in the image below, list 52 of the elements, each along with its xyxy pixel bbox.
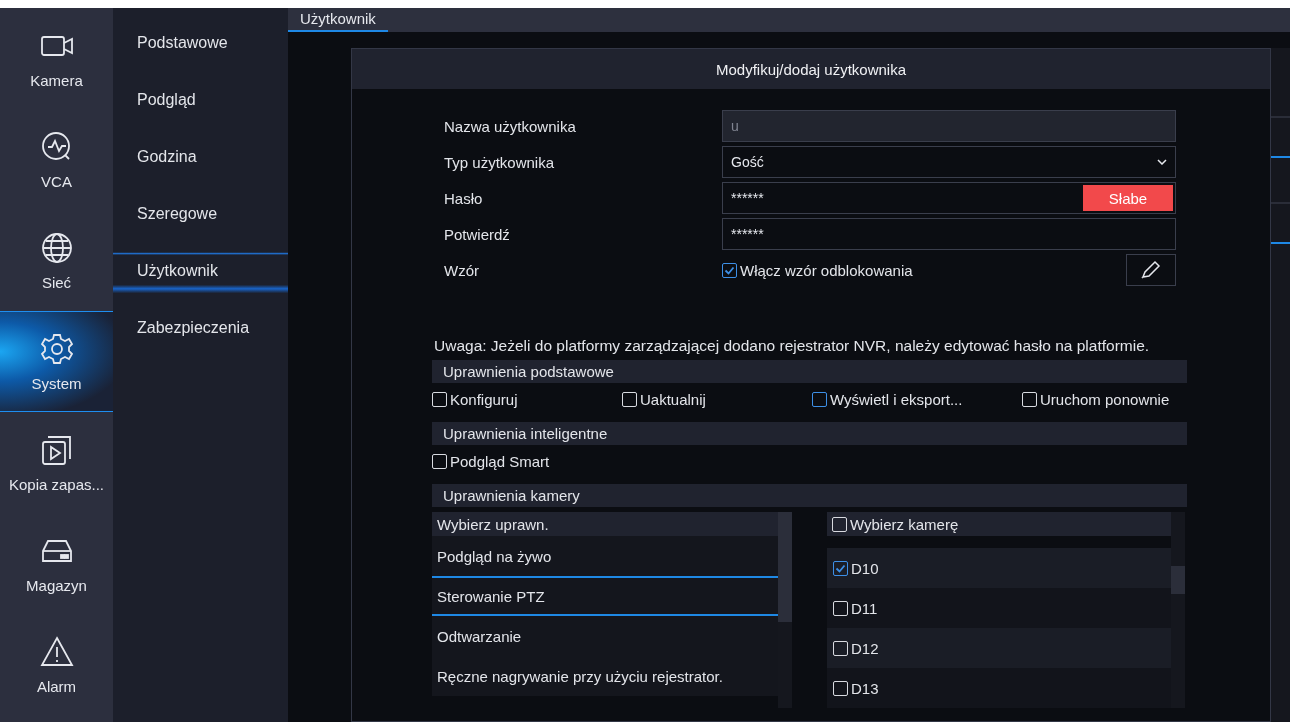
tab[interactable]: Użytkownik: [288, 8, 388, 32]
user-type-dropdown[interactable]: Gość: [722, 146, 1176, 178]
submenu-item[interactable]: Zabezpieczenia: [113, 299, 288, 356]
permission-checkbox[interactable]: Podgląd Smart: [432, 450, 622, 472]
nav-label: Alarm: [36, 678, 77, 695]
section-header: Uprawnienia podstawowe: [432, 360, 1187, 383]
note-text: Uwaga: Jeżeli do platformy zarządzającej dodano rejestrator NVR, należy edytować hasło na platformie.: [433, 338, 1151, 354]
pattern-checkbox[interactable]: Włącz wzór odblokowania: [722, 261, 913, 279]
submenu-item[interactable]: Szeregowe: [113, 185, 288, 242]
camera-checkbox[interactable]: D12: [833, 639, 879, 657]
nav-label: Sieć: [41, 274, 72, 291]
scrollbar[interactable]: [778, 512, 792, 708]
section-header: Uprawnienia inteligentne: [432, 422, 1187, 445]
section-header: Uprawnienia kamery: [432, 484, 1187, 507]
password-field[interactable]: ******: [722, 218, 1176, 250]
field-label: Hasło: [443, 189, 484, 207]
pen-icon: [1139, 260, 1163, 280]
nav-label: Kamera: [30, 72, 83, 89]
permission-checkbox[interactable]: Konfiguruj: [432, 388, 622, 410]
checkmark-icon: [835, 562, 846, 574]
scrollbar[interactable]: [1171, 512, 1185, 708]
nav-label: Kopia zapas...: [8, 476, 105, 493]
permission-checkbox[interactable]: Uaktualnij: [622, 388, 812, 410]
submenu-item[interactable]: Podstawowe: [113, 14, 288, 71]
list-header: Wybierz uprawn.: [432, 512, 778, 536]
checkmark-icon: [724, 264, 735, 276]
chevron-down-icon: [1157, 159, 1167, 165]
camera-checkbox[interactable]: D10: [833, 559, 879, 577]
field-label: Nazwa użytkownika: [443, 117, 577, 135]
permission-item[interactable]: Ręczne nagrywanie przy użyciu rejestrator.: [432, 656, 778, 696]
password-field[interactable]: ****** Słabe: [722, 182, 1176, 214]
permission-checkbox[interactable]: Uruchom ponownie: [1022, 388, 1187, 410]
submenu-item[interactable]: Podgląd: [113, 71, 288, 128]
camera-checkbox[interactable]: D11: [833, 599, 878, 617]
permission-checkbox[interactable]: Wyświetl i eksport...: [812, 388, 1022, 410]
nav-label: VCA: [41, 173, 72, 190]
strength-badge: Słabe: [1083, 185, 1173, 211]
pen-button[interactable]: [1126, 254, 1176, 286]
field-label: Wzór: [443, 261, 480, 279]
camera-checkbox[interactable]: D13: [833, 679, 879, 697]
permission-item[interactable]: Sterowanie PTZ: [432, 576, 778, 616]
select-camera-checkbox[interactable]: Wybierz kamerę: [832, 515, 959, 533]
permission-item[interactable]: Odtwarzanie: [432, 616, 778, 656]
dialog-title: Modyfikuj/dodaj użytkownika: [352, 49, 1270, 89]
field-label: Typ użytkownika: [443, 153, 556, 171]
submenu-item[interactable]: Godzina: [113, 128, 288, 185]
nav-label: System: [31, 375, 82, 392]
nav-label: Magazyn: [26, 577, 87, 594]
permission-item[interactable]: Podgląd na żywo: [432, 536, 778, 576]
nav-item[interactable]: System: [0, 311, 113, 412]
settings-icon: [38, 331, 75, 367]
field-label: Potwierdź: [443, 225, 511, 243]
